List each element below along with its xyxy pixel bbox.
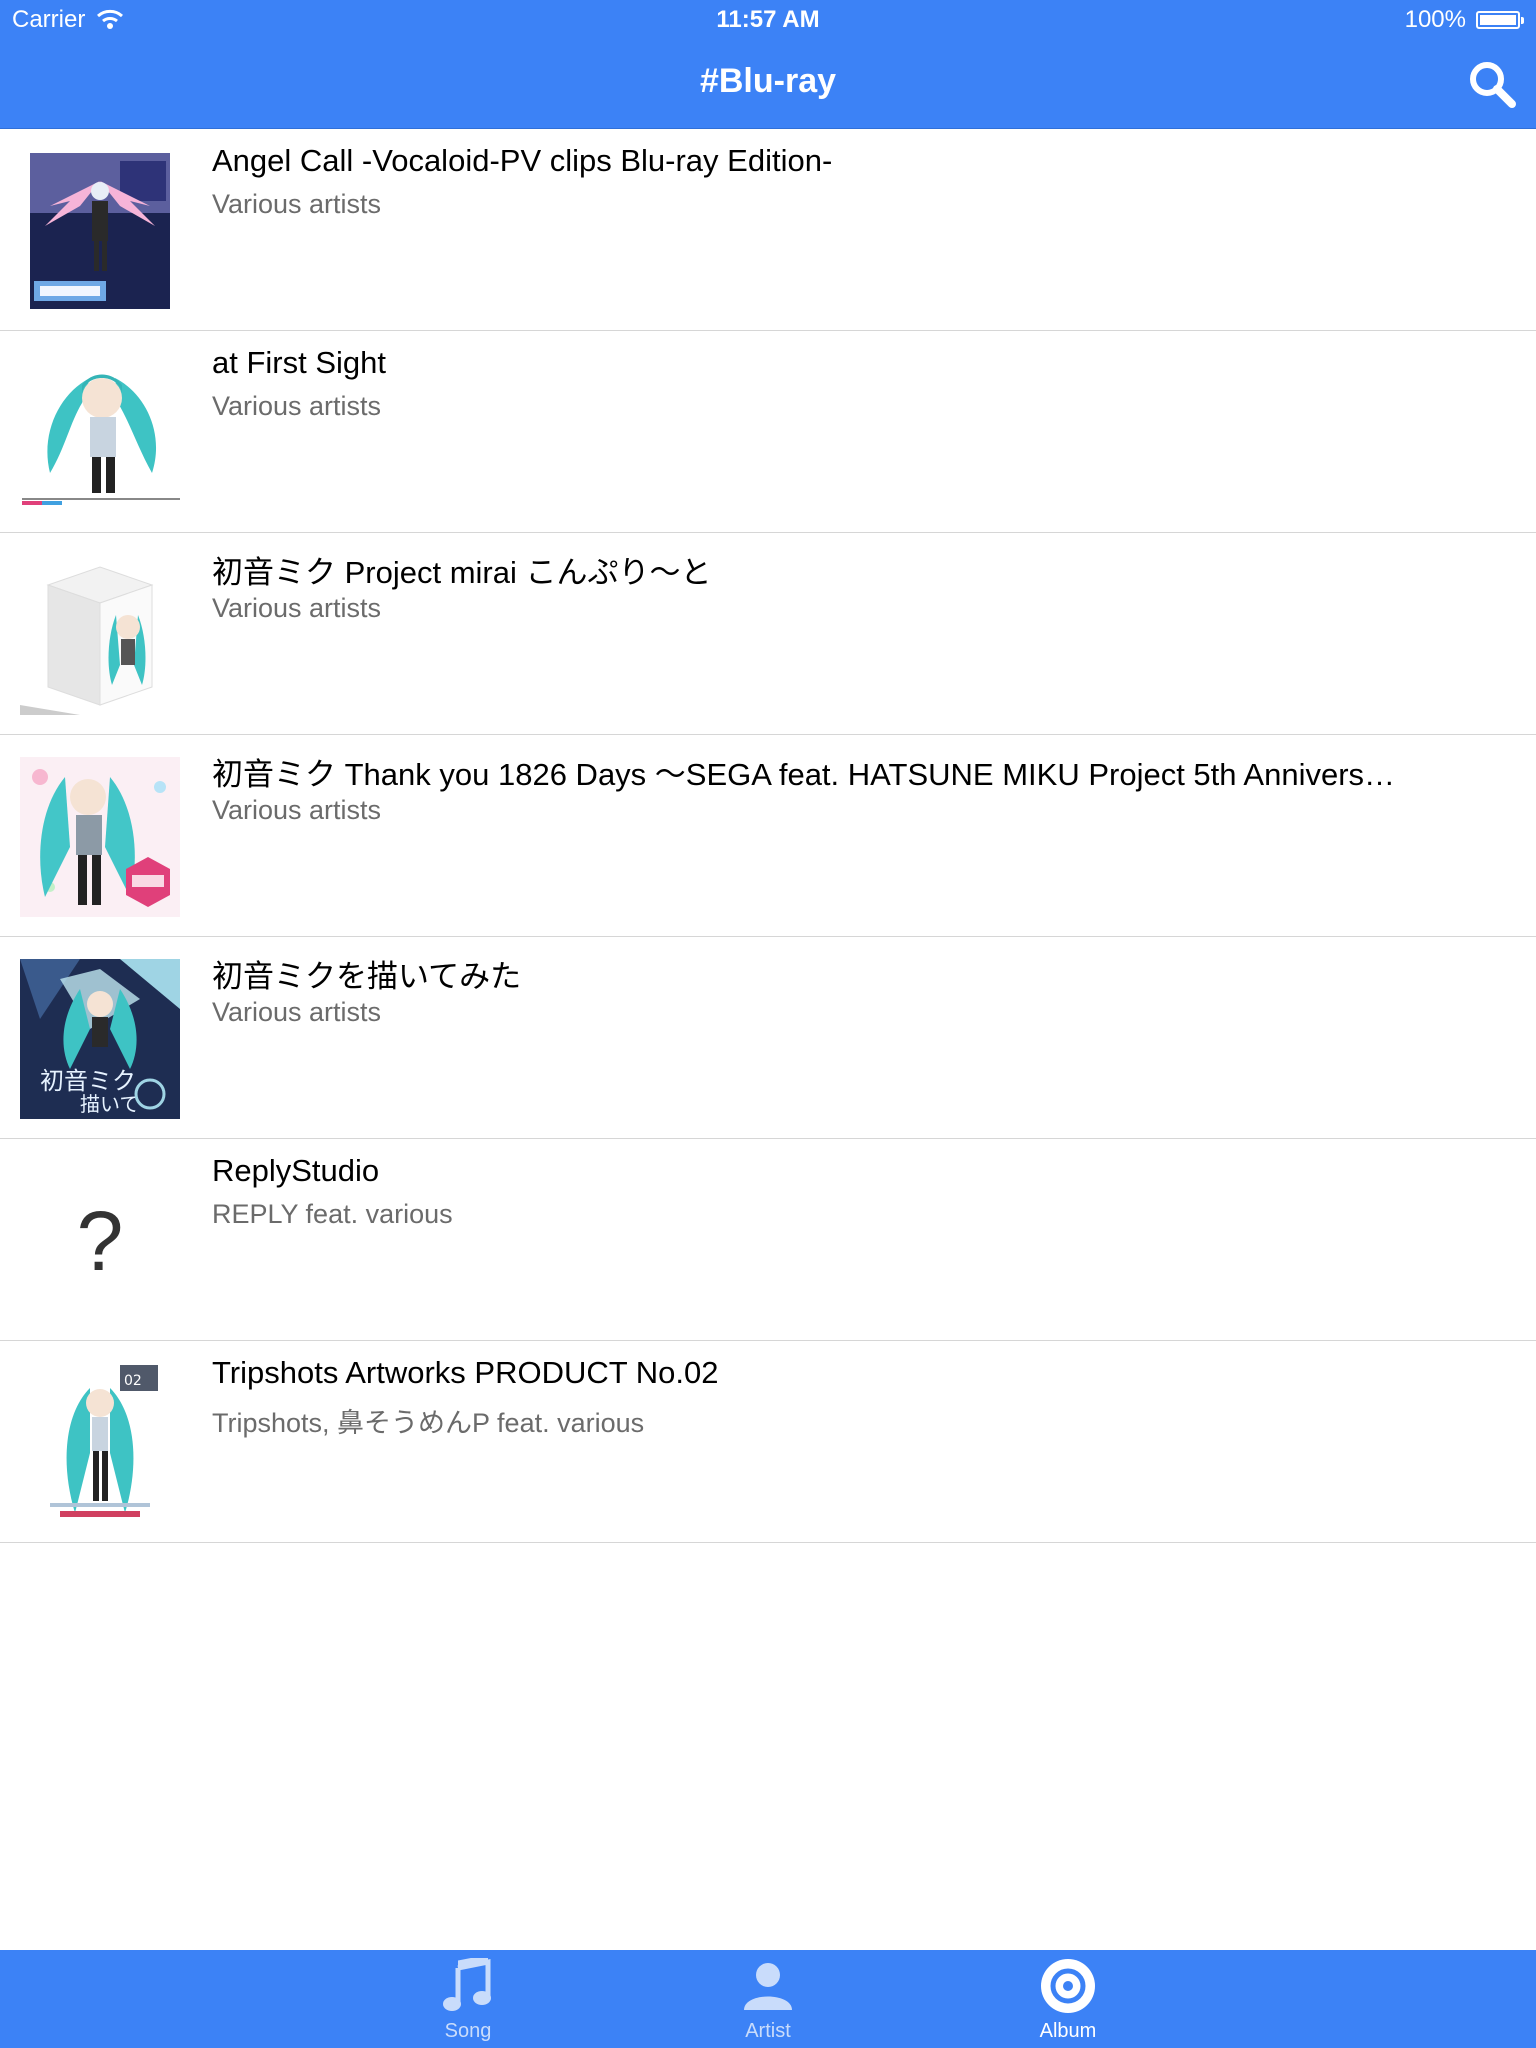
search-icon[interactable] <box>1466 58 1518 110</box>
list-item[interactable]: 02 Tripshots Artworks PRODUCT No.02 Trip… <box>0 1341 1536 1543</box>
tab-album[interactable]: Album <box>968 1950 1168 2048</box>
album-artist: Various artists <box>212 391 382 421</box>
album-art <box>20 757 180 917</box>
album-artist: Various artists <box>212 189 382 219</box>
battery-icon <box>1476 11 1524 29</box>
album-artist: Various artists <box>212 593 382 623</box>
album-title: Angel Call -Vocaloid-PV clips Blu-ray Ed… <box>212 143 833 178</box>
list-item[interactable]: at First Sight Various artists <box>0 331 1536 533</box>
list-item[interactable]: Angel Call -Vocaloid-PV clips Blu-ray Ed… <box>0 129 1536 331</box>
album-title: at First Sight <box>212 345 386 380</box>
clock: 11:57 AM <box>716 6 820 33</box>
album-art <box>20 555 180 715</box>
battery-percent: 100% <box>1404 6 1466 33</box>
album-artist: REPLY feat. various <box>212 1199 453 1229</box>
album-title: 初音ミクを描いてみた <box>212 959 522 994</box>
album-art <box>30 153 170 309</box>
album-title: 初音ミク Thank you 1826 Days 〜SEGA feat. HAT… <box>212 757 1396 792</box>
music-note-icon <box>443 1958 491 2011</box>
album-art <box>20 353 180 513</box>
svg-text:02: 02 <box>124 1373 142 1389</box>
page-title: #Blu-ray <box>699 62 837 100</box>
album-list: Angel Call -Vocaloid-PV clips Blu-ray Ed… <box>0 129 1536 1543</box>
person-icon <box>744 1963 792 2010</box>
svg-text:描いて: 描いて <box>80 1092 139 1116</box>
list-item[interactable]: 初音ミク Project mirai こんぷり〜と Various artist… <box>0 533 1536 735</box>
album-art: 02 <box>20 1363 180 1523</box>
album-title: 初音ミク Project mirai こんぷり〜と <box>212 555 712 590</box>
tab-artist[interactable]: Artist <box>668 1950 868 2048</box>
album-artist: Various artists <box>212 997 382 1027</box>
missing-art-placeholder: ? <box>76 1193 124 1288</box>
status-bar: Carrier 11:57 AM 100% <box>0 0 1536 40</box>
list-item[interactable]: 初音ミク 描いて 初音ミクを描いてみた Various artists <box>0 937 1536 1139</box>
svg-text:初音ミク: 初音ミク <box>40 1067 136 1095</box>
album-title: Tripshots Artworks PRODUCT No.02 <box>212 1355 719 1390</box>
tab-label: Artist <box>745 2020 791 2042</box>
album-title: ReplyStudio <box>212 1153 380 1188</box>
album-art: 初音ミク 描いて <box>20 959 180 1119</box>
navigation-bar: #Blu-ray <box>0 40 1536 129</box>
album-artist: Various artists <box>212 795 382 825</box>
album-artist: Tripshots, 鼻そうめんP feat. various <box>212 1408 645 1438</box>
tab-bar: Song Artist Album <box>0 1950 1536 2048</box>
tab-song[interactable]: Song <box>368 1950 568 2048</box>
tab-label: Song <box>444 2020 492 2042</box>
list-item[interactable]: ? ReplyStudio REPLY feat. various <box>0 1139 1536 1341</box>
disc-icon <box>1041 1959 1095 2013</box>
tab-label: Album <box>1039 2020 1097 2042</box>
list-item[interactable]: 初音ミク Thank you 1826 Days 〜SEGA feat. HAT… <box>0 735 1536 937</box>
